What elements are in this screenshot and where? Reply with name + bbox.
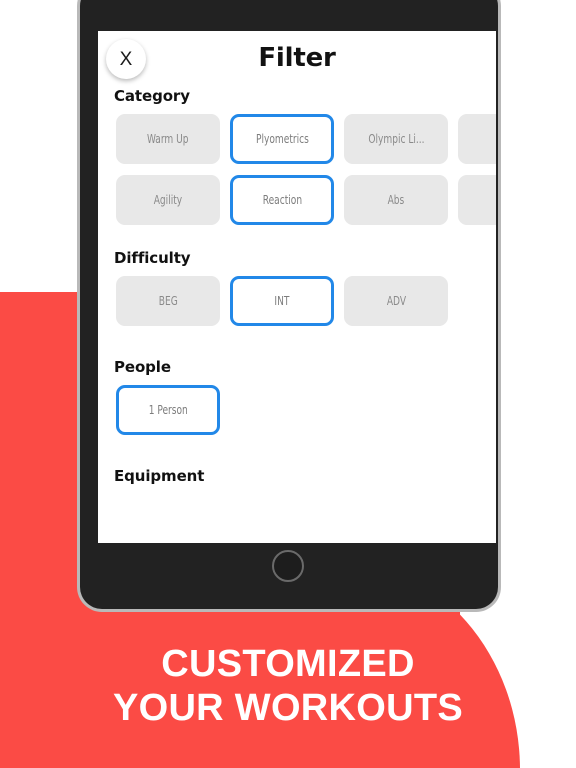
chip-label: Olympic Li... [367,132,425,146]
chip-label: Warm Up [147,132,189,146]
chip-overflow[interactable] [458,175,496,225]
section-title-difficulty: Difficulty [114,249,191,267]
promo-line-2: YOUR WORKOUTS [112,687,464,729]
section-title-equipment: Equipment [114,467,205,485]
chip-row: Warm Up Plyometrics Olympic Li... [98,114,496,164]
chip-label: INT [274,294,290,308]
chip-label: Reaction [262,193,302,207]
chip-label: Agility [153,193,183,207]
chip-row: Agility Reaction Abs [98,175,496,225]
promo-text-block: CUSTOMIZED YOUR WORKOUTS [0,642,576,730]
chip-abs[interactable]: Abs [344,175,448,225]
section-title-people: People [114,358,171,376]
chip-warm-up[interactable]: Warm Up [116,114,220,164]
section-people: People 1 Person [98,358,496,435]
chip-reaction[interactable]: Reaction [230,175,334,225]
chip-1-person[interactable]: 1 Person [116,385,220,435]
chip-plyometrics[interactable]: Plyometrics [230,114,334,164]
tablet-device: X Filter Category Warm Up Plyometrics Ol… [80,0,498,609]
section-difficulty: Difficulty BEG INT ADV [98,249,496,326]
home-button[interactable] [272,550,304,582]
chip-row: BEG INT ADV [98,276,496,326]
chip-agility[interactable]: Agility [116,175,220,225]
filter-sheet-header: X Filter [98,31,496,87]
section-equipment: Equipment [98,467,496,485]
section-category: Category Warm Up Plyometrics Olympic Li.… [98,87,496,225]
section-title-category: Category [114,87,190,105]
chip-label: 1 Person [148,403,188,417]
chip-label: Abs [387,193,405,207]
chip-int[interactable]: INT [230,276,334,326]
chip-label: BEG [158,294,178,308]
chip-olympic-lifting[interactable]: Olympic Li... [344,114,448,164]
tablet-screen: X Filter Category Warm Up Plyometrics Ol… [98,31,496,543]
filter-sheet: X Filter Category Warm Up Plyometrics Ol… [98,31,496,543]
app-screenshot: CUSTOMIZED YOUR WORKOUTS X Filter Catego… [0,0,576,768]
chip-row: 1 Person [98,385,496,435]
chip-label: Plyometrics [255,132,309,146]
chip-label: ADV [386,294,406,308]
chip-overflow[interactable] [458,114,496,164]
chip-beg[interactable]: BEG [116,276,220,326]
promo-line-1: CUSTOMIZED [161,643,415,685]
chip-adv[interactable]: ADV [344,276,448,326]
page-title: Filter [258,43,336,73]
